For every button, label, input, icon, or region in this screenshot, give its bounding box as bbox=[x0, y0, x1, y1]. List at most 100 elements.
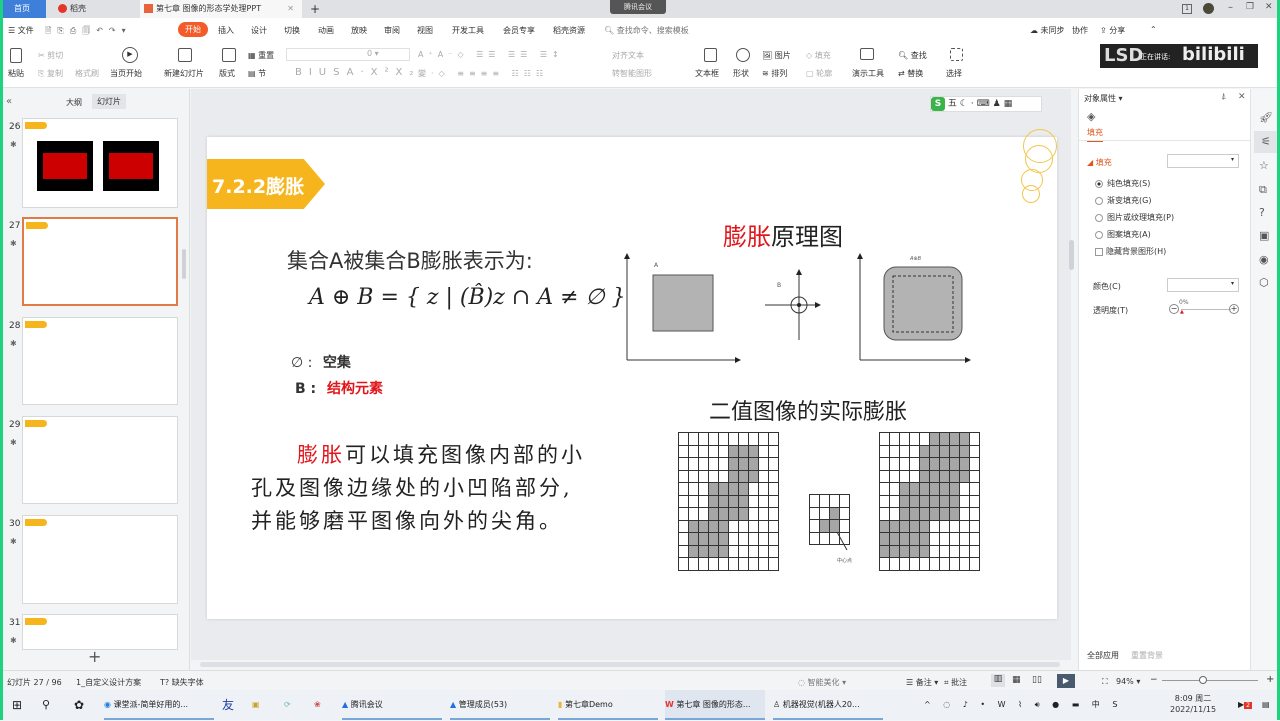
transition-icon[interactable]: ⧉ bbox=[1259, 183, 1267, 197]
taskbar-item[interactable]: ▮ 第七章Demo bbox=[558, 690, 658, 720]
font-size-select[interactable]: 0 ▾ bbox=[286, 48, 410, 61]
format-painter-button[interactable]: 格式刷 bbox=[75, 68, 99, 79]
properties-icon[interactable]: ⚟ bbox=[1254, 131, 1278, 153]
theme-name[interactable]: 1_自定义设计方案 bbox=[76, 677, 141, 688]
transparency-slider[interactable] bbox=[1181, 309, 1231, 310]
close-tab-icon[interactable]: ✕ bbox=[287, 0, 294, 18]
sync-status[interactable]: ☁ 未同步 bbox=[1030, 25, 1065, 36]
add-slide-icon[interactable]: + bbox=[88, 647, 101, 666]
zoom-out-button[interactable]: − bbox=[1150, 675, 1158, 685]
paste-button[interactable]: 粘贴 bbox=[8, 68, 24, 79]
comment-button[interactable]: ⌗ 批注 bbox=[944, 677, 967, 688]
picture-button[interactable]: 🖼︎ 图片 bbox=[762, 50, 791, 61]
fill-section-header[interactable]: ◢ 填充 bbox=[1087, 157, 1112, 168]
app-icon[interactable]: ❀ bbox=[314, 690, 321, 720]
meeting-badge[interactable]: 腾讯会议 bbox=[610, 0, 666, 14]
app-icon[interactable]: 友 bbox=[222, 690, 234, 720]
cut-button[interactable]: ✂ 剪切 bbox=[38, 50, 63, 61]
apply-all-button[interactable]: 全部应用 bbox=[1087, 650, 1119, 661]
pin-icon[interactable]: ⍋ bbox=[1221, 92, 1226, 102]
present-tools-button[interactable]: 演示工具 bbox=[852, 68, 884, 79]
file-menu[interactable]: ☰ 文件 bbox=[8, 25, 34, 36]
quick-access-icons[interactable]: 🗎⎘⎙🗐↶↷▾ bbox=[45, 25, 132, 39]
increase-transparency-button[interactable]: + bbox=[1229, 304, 1239, 314]
transparency-slider-thumb[interactable]: ▲ bbox=[1180, 309, 1184, 315]
menu-item-docer-resources[interactable]: 稻壳资源 bbox=[553, 25, 585, 36]
animation-icon[interactable]: ☆ bbox=[1259, 159, 1269, 172]
system-tray-icons[interactable]: ^ ◌ ♪ • W ⌇ 🔊︎ ● ▬ 中 S bbox=[924, 690, 1122, 720]
font-format-buttons[interactable]: BIUSA·X²X₂ bbox=[295, 67, 420, 78]
fit-window-icon[interactable]: ⛶ bbox=[1102, 677, 1108, 687]
align-buttons[interactable]: 變·◇ ≡≡≡≡ ☷☷☷ bbox=[418, 68, 548, 79]
taskbar-item[interactable]: W 第七章 图像的形态... bbox=[665, 690, 765, 720]
taskbar-item[interactable]: ▲ 管理成员(53) bbox=[450, 690, 550, 720]
fill-button[interactable]: ◇ 填充 bbox=[806, 50, 831, 61]
menu-item-transition[interactable]: 切换 bbox=[284, 25, 300, 36]
textbox-button[interactable]: 文本框 bbox=[695, 68, 719, 79]
decrease-transparency-button[interactable]: − bbox=[1169, 304, 1179, 314]
hide-background-checkbox[interactable]: 隐藏背景图形(H) bbox=[1095, 246, 1166, 257]
tab-document[interactable]: 第七章 图像的形态学处理PPT ✕ bbox=[140, 0, 302, 18]
menu-item-slideshow[interactable]: 放映 bbox=[351, 25, 367, 36]
fill-type-select[interactable]: ▾ bbox=[1167, 154, 1239, 168]
menu-item-insert[interactable]: 插入 bbox=[218, 25, 234, 36]
zoom-slider[interactable] bbox=[1162, 680, 1258, 681]
vertical-scrollbar[interactable] bbox=[1069, 240, 1074, 270]
menu-item-developer[interactable]: 开发工具 bbox=[452, 25, 484, 36]
menu-item-review[interactable]: 审阅 bbox=[384, 25, 400, 36]
command-search[interactable]: 🔍︎ 查找命令、搜索模板 bbox=[604, 25, 689, 36]
menu-item-animation[interactable]: 动画 bbox=[318, 25, 334, 36]
beautify-button[interactable]: ◌ 智能美化 ▾ bbox=[798, 677, 846, 688]
menu-item-design[interactable]: 设计 bbox=[251, 25, 267, 36]
window-count-icon[interactable]: 1 bbox=[1182, 4, 1192, 14]
slide-thumbnail[interactable] bbox=[22, 614, 178, 650]
reset-background-button[interactable]: 重置背景 bbox=[1131, 650, 1163, 661]
tab-docer[interactable]: 稻壳 bbox=[52, 0, 136, 18]
help-icon[interactable]: ? bbox=[1259, 206, 1265, 219]
app-icon[interactable]: ⟳ bbox=[284, 690, 291, 720]
missing-font-button[interactable]: T? 缺失字体 bbox=[160, 677, 204, 688]
replace-button[interactable]: ⇄ 替换 bbox=[898, 68, 923, 79]
cube-icon[interactable]: ⬡ bbox=[1259, 276, 1269, 289]
clock[interactable]: 8:09 周二 2022/11/15 bbox=[1170, 693, 1216, 715]
fill-option-radio[interactable]: 纯色填充(S) bbox=[1095, 178, 1150, 189]
arrange-button[interactable]: ≋ 排列 bbox=[762, 68, 787, 79]
zoom-in-button[interactable]: + bbox=[1266, 674, 1274, 685]
tab-home[interactable]: 首页 bbox=[0, 0, 46, 18]
collapse-ribbon-icon[interactable]: ⌃ bbox=[1150, 25, 1157, 34]
horizontal-scrollbar[interactable] bbox=[200, 662, 1060, 667]
select-button[interactable]: 选择 bbox=[946, 68, 962, 79]
search-icon[interactable]: ⚲ bbox=[42, 690, 50, 720]
share-button[interactable]: ⇪ 分享 bbox=[1100, 25, 1125, 36]
section-button[interactable]: ▤ 节 bbox=[248, 68, 266, 79]
menu-item-view[interactable]: 视图 bbox=[417, 25, 433, 36]
zoom-select[interactable]: 94% ▾ bbox=[1116, 677, 1140, 686]
outline-button[interactable]: ▢ 轮廓 bbox=[806, 68, 832, 79]
fill-option-radio[interactable]: 渐变填充(G) bbox=[1095, 195, 1151, 206]
slide-thumbnail[interactable] bbox=[22, 416, 178, 504]
taskbar-item[interactable]: ♙ 机器视觉(机器人20... bbox=[773, 690, 883, 720]
menu-item-home[interactable]: 开始 bbox=[178, 22, 208, 37]
menu-item-member[interactable]: 会员专享 bbox=[503, 25, 535, 36]
notification-icon[interactable]: ▶ 2 bbox=[1238, 690, 1252, 720]
action-center-icon[interactable]: ▤ bbox=[1262, 690, 1270, 720]
image-tools-icon[interactable]: ▣ bbox=[1259, 229, 1269, 242]
start-button[interactable]: ⊞ bbox=[12, 690, 22, 720]
play-from-current-button[interactable]: 当页开始 bbox=[110, 68, 142, 79]
align-text-button[interactable]: 对齐文本 bbox=[612, 50, 644, 61]
play-slideshow-button[interactable]: ▶ bbox=[1057, 674, 1075, 688]
zoom-slider-thumb[interactable] bbox=[1199, 676, 1207, 684]
properties-title[interactable]: 对象属性 ▾ bbox=[1084, 93, 1123, 104]
rocket-icon[interactable]: 🚀︎ bbox=[1259, 111, 1273, 124]
close-panel-icon[interactable]: ✕ bbox=[1238, 92, 1246, 102]
close-window-icon[interactable]: ✕ bbox=[1265, 2, 1273, 12]
layout-button[interactable]: 版式 bbox=[219, 68, 235, 79]
normal-view-icon[interactable]: ▥ bbox=[991, 674, 1005, 687]
reset-button[interactable]: ▦ 重置 bbox=[248, 50, 274, 61]
ime-toolbar[interactable]: S 五 ☾·⌨♟▦ bbox=[930, 96, 1042, 112]
taskbar-item[interactable]: ▲ 腾讯会议 bbox=[342, 690, 442, 720]
taskbar-item[interactable]: ◉ 课堂派-简单好用的... bbox=[104, 690, 214, 720]
color-select[interactable]: ▾ bbox=[1167, 278, 1239, 292]
paragraph-buttons[interactable]: A⁺A⁻◇ ☰☰ ☰☰ ☰↕ bbox=[418, 50, 564, 59]
tab-outline[interactable]: 大纲 bbox=[66, 97, 82, 108]
